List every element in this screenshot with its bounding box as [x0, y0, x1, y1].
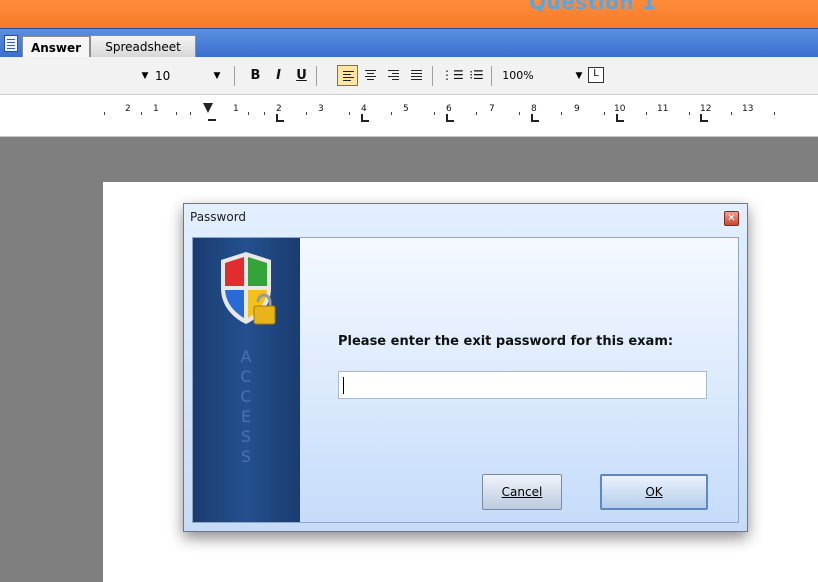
- toolbar-separator: [432, 66, 433, 86]
- access-sidebar: A C C E S S: [193, 238, 300, 522]
- tab-stop-marker[interactable]: [276, 114, 284, 122]
- align-left-button[interactable]: [337, 65, 358, 86]
- ruler-label: 10: [614, 104, 626, 114]
- align-right-button[interactable]: [383, 65, 404, 86]
- access-letter: S: [240, 447, 253, 466]
- ruler-tick: [604, 112, 605, 115]
- access-letter: E: [240, 407, 253, 426]
- security-shield-lock-icon: [221, 252, 276, 325]
- ruler-label: 4: [361, 104, 367, 114]
- toolbar-separator: [234, 66, 235, 86]
- close-button[interactable]: ✕: [724, 211, 739, 226]
- font-name-dropdown-arrow-icon[interactable]: ▼: [140, 66, 150, 86]
- ruler-tick: [476, 112, 477, 115]
- ruler-tick: [141, 112, 142, 115]
- document-icon: [4, 35, 18, 52]
- tab-stop-marker[interactable]: [361, 114, 369, 122]
- ruler-label: 1: [153, 104, 159, 114]
- cancel-label: Cancel: [501, 485, 543, 499]
- tab-stop-marker[interactable]: [700, 114, 708, 122]
- dialog-title: Password: [190, 210, 247, 224]
- password-dialog: Password ✕ A C C E S S Please enter the …: [183, 203, 748, 532]
- access-vertical-text: A C C E S S: [193, 347, 300, 467]
- access-letter: A: [240, 347, 253, 366]
- ruler-tick: [248, 112, 249, 115]
- ruler-label: 2: [125, 104, 131, 114]
- ruler-tick: [646, 112, 647, 115]
- italic-button[interactable]: I: [268, 65, 289, 86]
- ruler-label: 6: [446, 104, 452, 114]
- ruler-tick: [731, 112, 732, 115]
- align-left-icon: [343, 71, 354, 82]
- bold-button[interactable]: B: [245, 65, 266, 86]
- font-size-dropdown-arrow-icon[interactable]: ▼: [212, 66, 222, 86]
- toolbar-separator: [491, 66, 492, 86]
- page-title: Question 1: [529, 0, 656, 14]
- bullet-list-icon: ⁝☰: [469, 68, 484, 82]
- ruler-label: 11: [657, 104, 669, 114]
- ok-button[interactable]: OK: [600, 474, 708, 510]
- align-center-button[interactable]: [360, 65, 381, 86]
- ruler-label: 5: [403, 104, 409, 114]
- ruler-tick: [176, 112, 177, 115]
- tab-spreadsheet[interactable]: Spreadsheet: [90, 35, 196, 58]
- cancel-button[interactable]: Cancel: [482, 474, 562, 510]
- tab-stop-marker[interactable]: [446, 114, 454, 122]
- tab-stop-selector-icon[interactable]: L: [588, 67, 604, 83]
- justify-button[interactable]: [406, 65, 427, 86]
- font-size-value[interactable]: 10: [155, 66, 175, 86]
- ruler-tick: [264, 112, 265, 115]
- bullet-list-button[interactable]: ⁝☰: [466, 65, 487, 86]
- ruler-tick: [689, 112, 690, 115]
- ruler-tick: [519, 112, 520, 115]
- underline-button[interactable]: U: [291, 65, 312, 86]
- zoom-dropdown-arrow-icon[interactable]: ▼: [574, 66, 584, 86]
- ruler-label: 7: [489, 104, 495, 114]
- ruler-tick: [391, 112, 392, 115]
- ruler-label: 2: [276, 104, 282, 114]
- indent-marker-icon[interactable]: [203, 103, 213, 113]
- ruler-tick: [349, 112, 350, 115]
- ruler-label: 3: [318, 104, 324, 114]
- ruler-label: 1: [233, 104, 239, 114]
- ruler-tick: [561, 112, 562, 115]
- tab-strip: Answer Spreadsheet: [0, 28, 818, 58]
- ruler-tick: [190, 112, 191, 115]
- window-title-bar: Question 1: [0, 0, 818, 28]
- text-caret: [343, 377, 344, 394]
- tab-stop-marker[interactable]: [616, 114, 624, 122]
- ruler-label: 8: [531, 104, 537, 114]
- zoom-value[interactable]: 100%: [500, 66, 536, 86]
- ruler-label: 9: [574, 104, 580, 114]
- align-right-icon: [388, 70, 399, 81]
- access-letter: C: [240, 367, 253, 386]
- tab-stop-marker[interactable]: [531, 114, 539, 122]
- ruler-tick: [104, 112, 105, 115]
- ruler-tick: [306, 112, 307, 115]
- ruler-label: 13: [742, 104, 754, 114]
- numbered-list-icon: ⋮☰: [441, 68, 464, 82]
- ruler-tick: [774, 112, 775, 115]
- align-center-icon: [365, 70, 376, 81]
- hanging-indent-marker-icon[interactable]: [208, 119, 216, 121]
- numbered-list-button[interactable]: ⋮☰: [441, 65, 464, 86]
- ruler-tick: [434, 112, 435, 115]
- close-icon: ✕: [727, 213, 736, 224]
- toolbar-separator: [316, 66, 317, 86]
- ok-label: OK: [645, 485, 663, 499]
- access-letter: S: [240, 427, 253, 446]
- password-input[interactable]: [338, 371, 707, 399]
- password-prompt: Please enter the exit password for this …: [338, 334, 674, 349]
- tab-answer[interactable]: Answer: [22, 36, 90, 58]
- access-letter: C: [240, 387, 253, 406]
- ruler-label: 12: [700, 104, 712, 114]
- format-toolbar: ▼ 10 ▼ B I U ⋮☰ ⁝☰ 100% ▼ L: [0, 57, 818, 95]
- justify-icon: [411, 70, 422, 81]
- ruler: 2 1 1 2 3 4 5 6 7 8 9 10 11 12 13: [0, 95, 818, 137]
- dialog-body: A C C E S S Please enter the exit passwo…: [192, 237, 739, 523]
